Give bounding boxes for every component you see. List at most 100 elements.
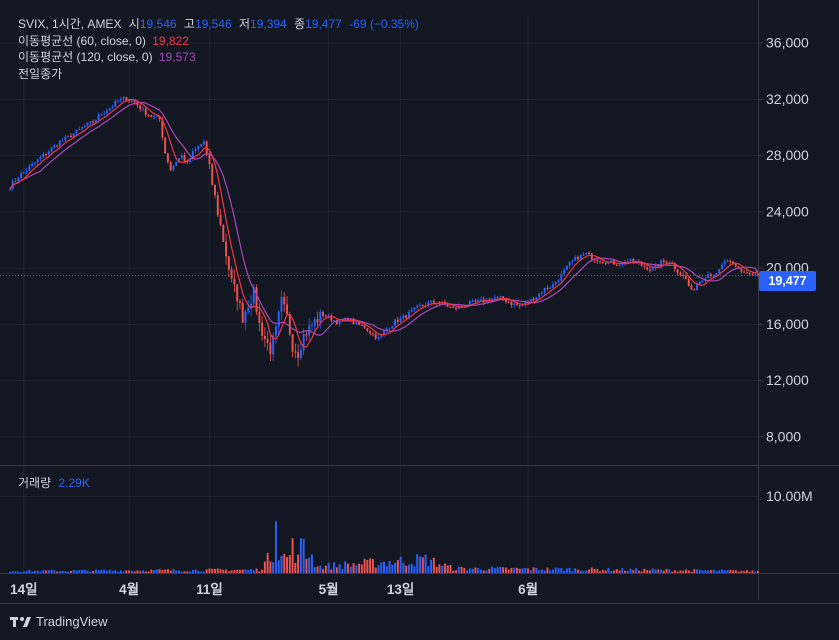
volume-bar <box>277 560 280 573</box>
ma60-line <box>9 99 759 348</box>
volume-bar <box>222 569 225 573</box>
volume-bar <box>662 570 665 573</box>
volume-bar <box>410 563 413 573</box>
volume-bar <box>344 561 347 573</box>
volume-bar <box>211 568 214 573</box>
candle-body <box>81 127 83 129</box>
volume-bar <box>252 570 255 573</box>
ma60-label: 이동평균선 (60, close, 0) <box>18 33 146 48</box>
volume-bar <box>446 565 449 573</box>
volume-bar <box>194 569 197 573</box>
time-axis[interactable]: 14일 4월 11일 5월 13일 6월 <box>10 581 538 597</box>
volume-axis[interactable]: 10.00M <box>766 488 813 504</box>
candle-body <box>394 319 397 326</box>
candle-body <box>274 326 277 336</box>
candle-body <box>255 287 258 313</box>
volume-bar <box>258 571 261 573</box>
volume-bar <box>75 570 78 573</box>
volume-bar <box>371 558 374 573</box>
volume-bar <box>89 571 92 573</box>
volume-bar <box>560 568 563 573</box>
time-tick-label: 11일 <box>196 582 223 597</box>
candle-body <box>214 185 216 196</box>
candle-body <box>648 269 651 271</box>
volume-bar <box>626 570 629 573</box>
candle-body <box>33 162 36 164</box>
volume-bar <box>491 566 494 573</box>
tradingview-logo[interactable]: TradingView <box>10 614 108 629</box>
candle-body <box>449 306 452 308</box>
volume-legend[interactable]: 거래량 2.29K <box>18 474 90 491</box>
volume-bar <box>352 563 355 573</box>
candle-body <box>721 264 723 270</box>
candle-body <box>200 144 203 147</box>
candle-body <box>643 265 646 268</box>
candle-body <box>399 317 402 322</box>
candle-body <box>147 114 150 116</box>
ma60-legend-row[interactable]: 이동평균선 (60, close, 0) 19,822 <box>18 33 419 50</box>
volume-bar <box>236 569 239 573</box>
candle-body <box>316 319 319 323</box>
candle-body <box>22 171 25 174</box>
volume-bar <box>660 569 663 573</box>
candle-body <box>366 328 369 331</box>
candle-body <box>142 108 144 110</box>
time-tick-label: 6월 <box>518 581 538 597</box>
volume-bar <box>396 559 399 573</box>
volume-bar <box>732 570 735 573</box>
volume-bar <box>682 570 685 573</box>
candle-body <box>125 97 128 101</box>
candle-body <box>685 275 687 280</box>
volume-bar <box>183 571 186 573</box>
volume-bar <box>335 567 338 573</box>
candle-body <box>571 260 574 262</box>
prev-close-legend-row[interactable]: 전일종가 <box>18 66 419 83</box>
volume-bar <box>621 568 624 573</box>
volume-bar <box>513 567 516 573</box>
volume-bar <box>646 570 649 573</box>
ma120-legend-row[interactable]: 이동평균선 (120, close, 0) 19,573 <box>18 49 419 66</box>
chart-canvas[interactable]: 36,00032,00028,00024,00020,00016,00012,0… <box>0 0 839 640</box>
volume-bar <box>743 571 746 573</box>
candle-body <box>47 151 50 155</box>
volume-bar <box>441 566 444 573</box>
volume-bar <box>78 570 81 573</box>
symbol-label[interactable]: SVIX, 1시간, AMEX <box>18 17 121 31</box>
volume-bar <box>111 570 114 573</box>
volume-bar <box>139 571 142 573</box>
price-axis[interactable]: 36,00032,00028,00024,00020,00016,00012,0… <box>758 35 809 445</box>
candle-body <box>194 149 197 152</box>
volume-bar <box>202 571 205 573</box>
price-tick-label: 32,000 <box>766 91 809 107</box>
candle-body <box>576 256 579 260</box>
candle-body <box>743 271 746 273</box>
volume-bar <box>576 569 579 573</box>
candle-body <box>507 302 510 304</box>
volume-bar <box>377 565 380 573</box>
volume-bar <box>568 567 571 573</box>
volume-bar <box>394 562 397 573</box>
ma120-line <box>9 101 759 336</box>
volume-bar <box>596 568 599 573</box>
candle-body <box>446 304 449 307</box>
volume-bar <box>380 562 383 573</box>
volume-bar <box>274 521 277 573</box>
chart-legend: SVIX, 1시간, AMEX 시19,546 고19,546 저19,394 … <box>18 16 419 82</box>
volume-bar <box>452 570 455 573</box>
candle-body <box>477 300 480 302</box>
candle-body <box>14 181 17 183</box>
volume-bar <box>502 567 505 573</box>
candle-body <box>302 334 305 351</box>
candle-body <box>117 100 120 102</box>
volume-bar <box>197 570 200 573</box>
candle-body <box>604 263 607 265</box>
candle-body <box>247 307 250 312</box>
volume-bar <box>17 571 20 573</box>
candle-body <box>585 252 588 255</box>
volume-bar <box>28 569 31 573</box>
candle-body <box>175 162 178 166</box>
candle-body <box>294 351 297 353</box>
volume-bar <box>493 567 496 573</box>
candle-body <box>474 300 477 302</box>
volume-bar <box>64 571 67 573</box>
